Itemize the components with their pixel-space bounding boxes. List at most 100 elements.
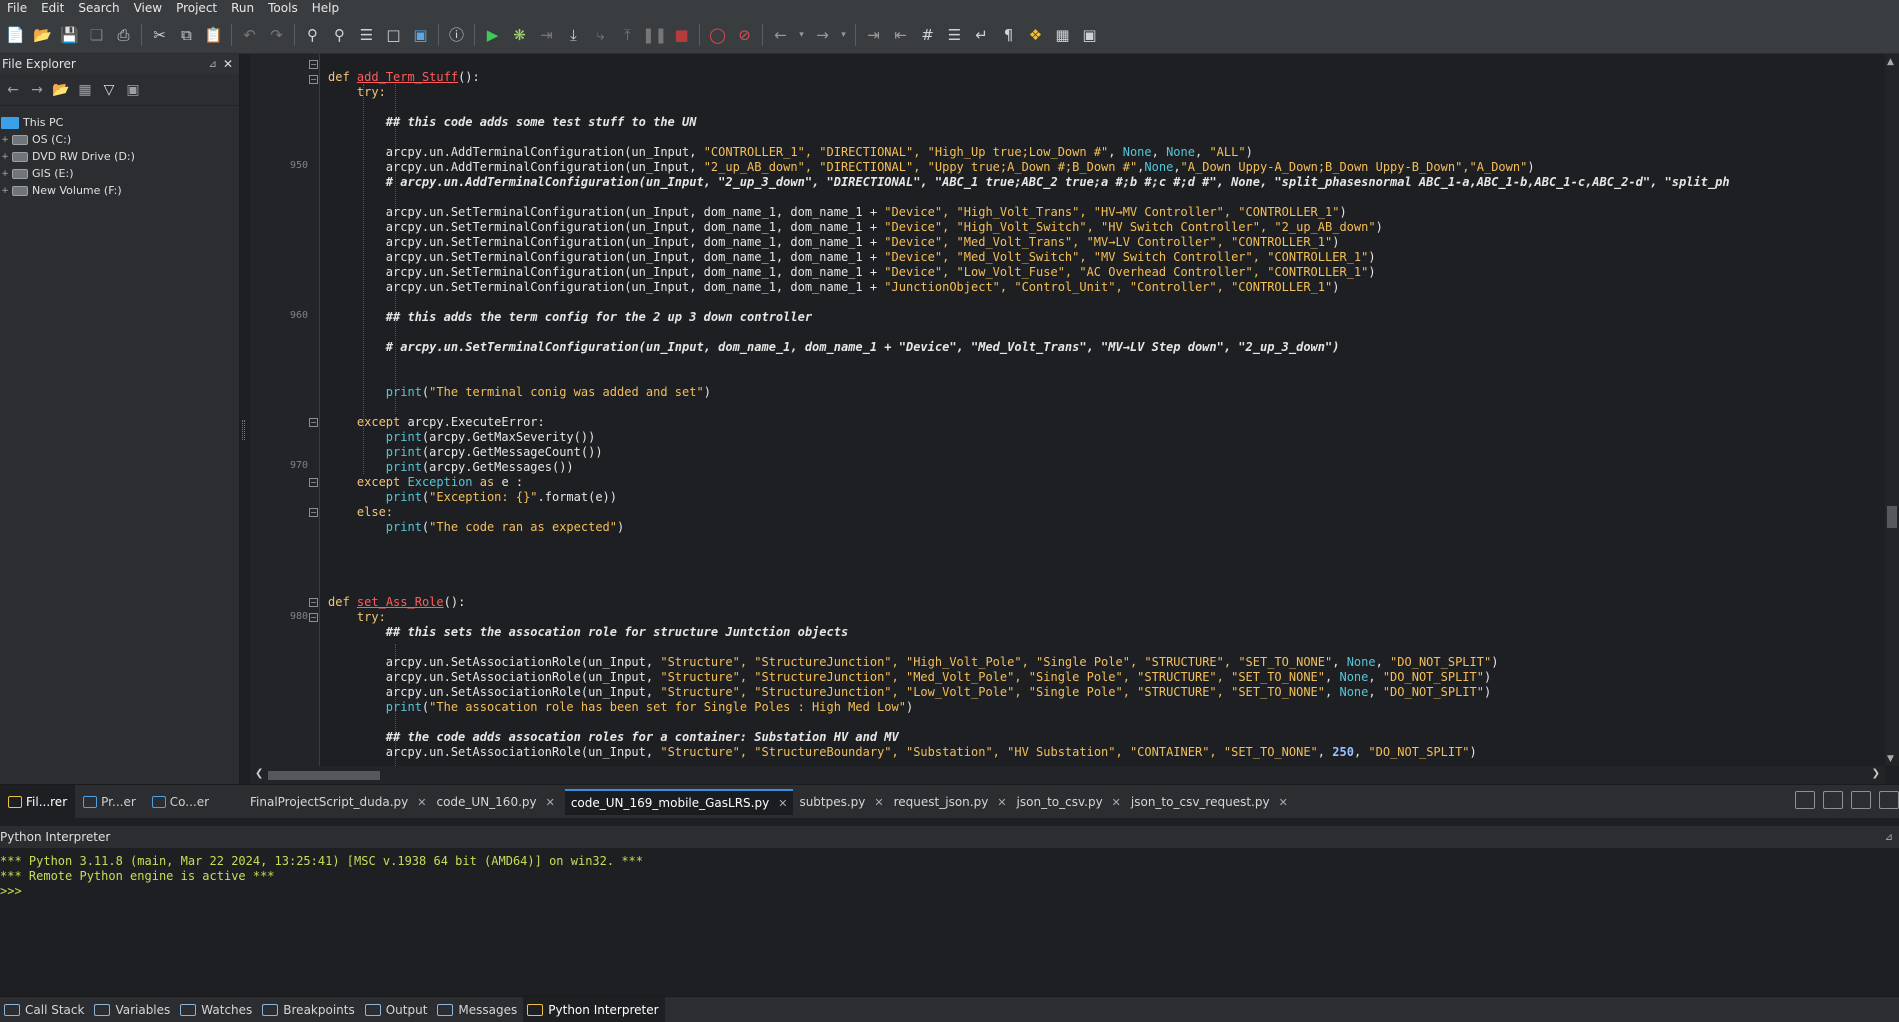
tree-item-drive[interactable]: + GIS (E:) (0, 165, 239, 182)
forward-icon[interactable]: → (811, 22, 835, 48)
back-icon[interactable]: ← (769, 22, 793, 48)
expand-icon[interactable]: + (0, 135, 10, 145)
code-area[interactable]: def add_Term_Stuff(): try: ## this code … (328, 54, 1873, 766)
scrollbar-thumb[interactable] (268, 771, 380, 780)
menu-file[interactable]: File (0, 0, 34, 16)
tab-variables[interactable]: Variables (90, 997, 176, 1022)
expand-icon[interactable]: + (0, 169, 10, 179)
pause-icon[interactable]: ❚❚ (642, 22, 667, 48)
breakpoint-icon[interactable]: ◯ (706, 22, 730, 48)
menu-help[interactable]: Help (305, 0, 346, 16)
vertical-scrollbar[interactable]: ▲ ▼ (1885, 54, 1899, 766)
back-icon[interactable]: ← (4, 82, 22, 98)
pin-icon[interactable]: ⊿ (1885, 832, 1893, 843)
tab-project-explorer[interactable]: Pr...er (75, 785, 144, 819)
tab-output[interactable]: Output (361, 997, 434, 1022)
expand-icon[interactable]: + (0, 186, 10, 196)
close-tab-icon[interactable]: ✕ (417, 796, 426, 809)
fold-icon[interactable]: − (309, 418, 318, 427)
tab-call-stack[interactable]: Call Stack (0, 997, 90, 1022)
new-file-icon[interactable]: 📄 (4, 22, 28, 48)
window-icon[interactable]: ▣ (1078, 22, 1102, 48)
close-tab-icon[interactable]: ✕ (546, 796, 555, 809)
forward-icon[interactable]: → (28, 82, 46, 98)
file-tab[interactable]: subtpes.py ✕ (799, 789, 887, 815)
find-replace-icon[interactable]: ⚲ (328, 22, 352, 48)
scroll-down-icon[interactable]: ▼ (1887, 754, 1894, 764)
filter-icon[interactable]: ▽ (100, 82, 118, 98)
bookmark-icon[interactable]: □ (382, 22, 406, 48)
find-in-files-icon[interactable]: ☰ (355, 22, 379, 48)
file-tab[interactable]: code_UN_160.py ✕ (436, 789, 558, 815)
step-into-icon[interactable]: ⤓ (562, 22, 586, 48)
file-tab[interactable]: FinalProjectScript_duda.py ✕ (250, 789, 430, 815)
expand-icon[interactable]: + (0, 152, 10, 162)
file-tab[interactable]: json_to_csv_request.py ✕ (1131, 789, 1292, 815)
tab-file-explorer[interactable]: Fil...rer (0, 785, 76, 819)
paste-icon[interactable]: 📋 (202, 22, 226, 48)
tab-watches[interactable]: Watches (176, 997, 258, 1022)
info-icon[interactable]: ⓘ (445, 22, 469, 48)
fold-icon[interactable]: − (309, 75, 318, 84)
menu-view[interactable]: View (127, 0, 169, 16)
print-icon[interactable]: ⎙ (112, 22, 136, 48)
tab-breakpoints[interactable]: Breakpoints (258, 997, 360, 1022)
tree-item-drive[interactable]: + OS (C:) (0, 131, 239, 148)
step-over-icon[interactable]: ⤷ (589, 22, 613, 48)
indent-icon[interactable]: ⇥ (862, 22, 886, 48)
tab-code-explorer[interactable]: Co...er (144, 785, 217, 819)
stop-icon[interactable]: ■ (670, 22, 694, 48)
tree-item-drive[interactable]: + DVD RW Drive (D:) (0, 148, 239, 165)
tab-list-icon[interactable] (1795, 791, 1815, 809)
save-all-icon[interactable]: ❏ (85, 22, 109, 48)
close-tab-icon[interactable]: ✕ (778, 797, 787, 810)
view-icon[interactable]: ▦ (76, 82, 94, 98)
tab-messages[interactable]: Messages (433, 997, 523, 1022)
file-tab-active[interactable]: code_UN_169_mobile_GasLRS.py ✕ (564, 789, 794, 815)
close-tab-icon[interactable]: ✕ (1112, 796, 1121, 809)
outdent-icon[interactable]: ⇤ (889, 22, 913, 48)
cut-icon[interactable]: ✂ (148, 22, 172, 48)
pin-icon[interactable]: ⊿ (209, 59, 217, 70)
menu-project[interactable]: Project (169, 0, 224, 16)
fold-icon[interactable]: − (309, 508, 318, 517)
find-icon[interactable]: ⚲ (301, 22, 325, 48)
maximize-icon[interactable] (1879, 791, 1899, 809)
clear-breakpoints-icon[interactable]: ⊘ (733, 22, 757, 48)
run-icon[interactable]: ▶ (481, 22, 505, 48)
split-left-icon[interactable] (1823, 791, 1843, 809)
python-interpreter-console[interactable]: *** Python 3.11.8 (main, Mar 22 2024, 13… (0, 848, 1899, 996)
back-dropdown-icon[interactable]: ▾ (796, 22, 808, 48)
close-tab-icon[interactable]: ✕ (874, 796, 883, 809)
menu-tools[interactable]: Tools (261, 0, 305, 16)
close-tab-icon[interactable]: ✕ (1279, 796, 1288, 809)
split-right-icon[interactable] (1851, 791, 1871, 809)
console-prompt[interactable]: >>> (0, 884, 1899, 899)
file-tab[interactable]: request_json.py ✕ (894, 789, 1011, 815)
folder-open-icon[interactable]: 📂 (52, 82, 70, 98)
undo-icon[interactable]: ↶ (238, 22, 262, 48)
tab-python-interpreter[interactable]: Python Interpreter (523, 996, 665, 1022)
python-icon[interactable]: ❖ (1024, 22, 1048, 48)
pilcrow-icon[interactable]: ¶ (997, 22, 1021, 48)
close-tab-icon[interactable]: ✕ (997, 796, 1006, 809)
scrollbar-thumb[interactable] (1887, 506, 1897, 528)
fold-icon[interactable]: − (309, 60, 318, 69)
step-out-icon[interactable]: ⤒ (616, 22, 640, 48)
save-icon[interactable]: 💾 (58, 22, 82, 48)
sync-icon[interactable]: ▣ (124, 82, 142, 98)
inspect-icon[interactable]: ▣ (409, 22, 433, 48)
scroll-left-icon[interactable]: ❮ (255, 768, 263, 779)
code-editor[interactable]: − − 950 960 − 970 − − − 980 − def add_Te… (250, 54, 1899, 784)
tree-item-this-pc[interactable]: This PC (0, 114, 239, 131)
layout-icon[interactable]: ▦ (1051, 22, 1075, 48)
list-icon[interactable]: ☰ (943, 22, 967, 48)
file-tab[interactable]: json_to_csv.py ✕ (1017, 789, 1125, 815)
fold-icon[interactable]: − (309, 598, 318, 607)
fold-icon[interactable]: − (309, 613, 318, 622)
horizontal-scrollbar[interactable]: ❮ ❯ (250, 766, 1885, 784)
menu-edit[interactable]: Edit (34, 0, 71, 16)
panel-splitter[interactable] (242, 420, 245, 440)
close-icon[interactable]: ✕ (223, 57, 233, 71)
redo-icon[interactable]: ↷ (265, 22, 289, 48)
